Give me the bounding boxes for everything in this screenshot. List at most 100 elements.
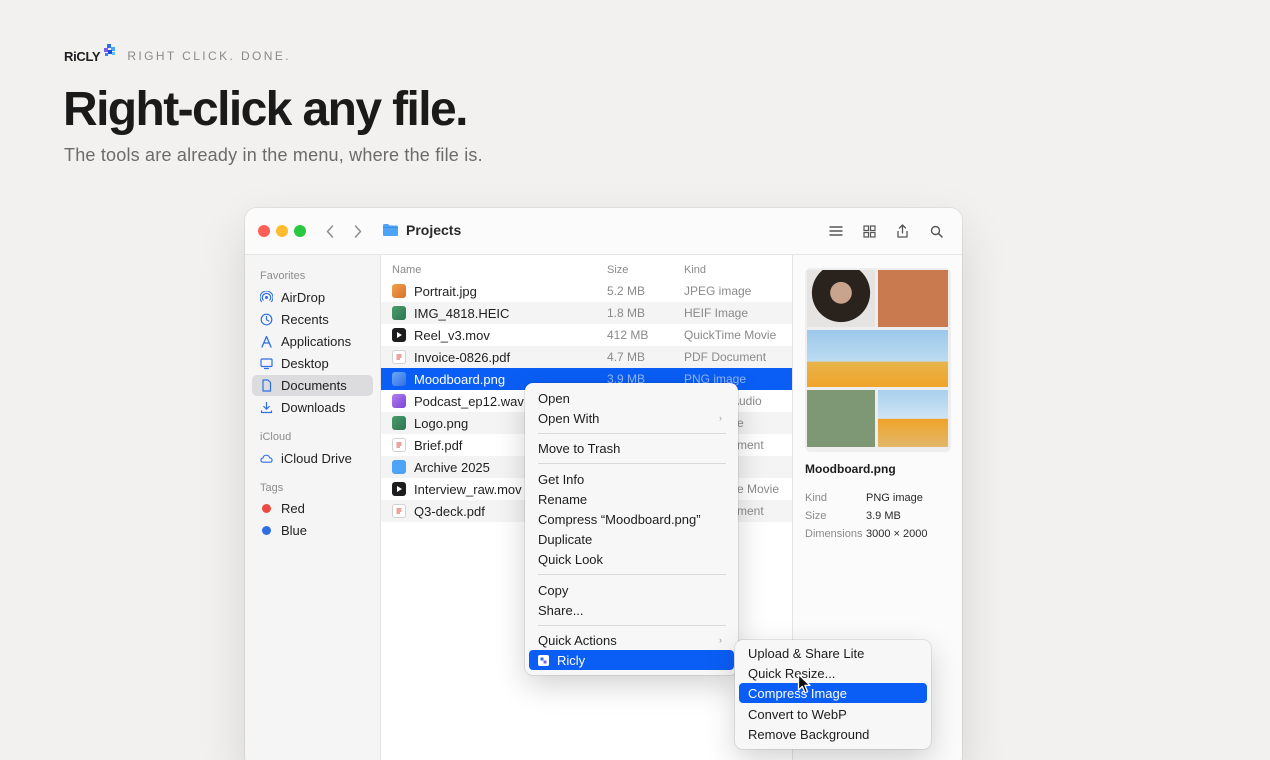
menu-item-quick-look[interactable]: Quick Look xyxy=(529,549,734,569)
menu-item-label: Compress “Moodboard.png” xyxy=(538,511,701,527)
list-view-button[interactable] xyxy=(827,222,845,240)
menu-item-label: Quick Look xyxy=(538,551,604,567)
zoom-window-button[interactable] xyxy=(294,225,306,237)
menu-item-ricly[interactable]: Ricly xyxy=(529,650,734,670)
sidebar-item-desktop[interactable]: Desktop xyxy=(252,353,373,374)
menu-item-duplicate[interactable]: Duplicate xyxy=(529,529,734,549)
file-kind: e Movie xyxy=(737,482,780,496)
menu-item-copy[interactable]: Copy xyxy=(529,580,734,600)
menu-item-open[interactable]: Open xyxy=(529,388,734,408)
image-file-icon xyxy=(392,284,406,298)
menu-item-label: Share... xyxy=(538,602,584,618)
minimize-window-button[interactable] xyxy=(276,225,288,237)
column-header-name[interactable]: Name xyxy=(392,264,421,276)
headline: Right-click any file. xyxy=(63,83,468,136)
submenu-item-quick-resize[interactable]: Quick Resize... xyxy=(739,663,927,683)
menu-item-label: Remove Background xyxy=(748,726,870,742)
sidebar-item-documents[interactable]: Documents xyxy=(252,375,373,396)
sidebar-tag-label: Red xyxy=(281,501,305,516)
menu-item-rename[interactable]: Rename xyxy=(529,489,734,509)
sidebar-item-label: Desktop xyxy=(281,356,329,371)
column-header-kind[interactable]: Kind xyxy=(684,264,706,276)
file-kind: HEIF Image xyxy=(684,306,749,320)
menu-item-label: Open xyxy=(538,390,570,406)
file-size: 1.8 MB xyxy=(607,306,646,320)
sidebar-item-recents[interactable]: Recents xyxy=(252,309,373,330)
file-row-reel-v3[interactable]: Reel_v3.mov 412 MB QuickTime Movie xyxy=(381,324,792,346)
search-button[interactable] xyxy=(927,222,945,240)
menu-item-quick-actions[interactable]: Quick Actions › xyxy=(529,630,734,650)
submenu-item-upload-share-lite[interactable]: Upload & Share Lite xyxy=(739,643,927,663)
share-button[interactable] xyxy=(893,222,911,240)
preview-value-kind: PNG image xyxy=(866,492,923,504)
menu-item-label: Quick Actions xyxy=(538,632,617,648)
sidebar-item-label: Recents xyxy=(281,312,329,327)
video-file-icon xyxy=(392,328,406,342)
submenu-item-convert-webp[interactable]: Convert to WebP xyxy=(739,704,927,724)
file-row-img-4818[interactable]: IMG_4818.HEIC 1.8 MB HEIF Image xyxy=(381,302,792,324)
file-kind: PDF Document xyxy=(684,350,767,364)
column-header-size[interactable]: Size xyxy=(607,264,628,276)
submenu-item-remove-background[interactable]: Remove Background xyxy=(739,724,927,744)
download-icon xyxy=(260,401,273,414)
preview-file-name: Moodboard.png xyxy=(805,462,896,476)
file-row-portrait[interactable]: Portrait.jpg 5.2 MB JPEG image xyxy=(381,280,792,302)
menu-item-share[interactable]: Share... xyxy=(529,600,734,620)
sidebar-item-downloads[interactable]: Downloads xyxy=(252,397,373,418)
menu-separator xyxy=(538,463,726,464)
sidebar-tag-red[interactable]: Red xyxy=(252,498,373,519)
search-icon xyxy=(930,225,943,238)
menu-item-label: Quick Resize... xyxy=(748,665,836,681)
file-size: 4.7 MB xyxy=(607,350,646,364)
back-button[interactable] xyxy=(321,221,339,241)
pdf-file-icon xyxy=(392,438,406,452)
menu-item-get-info[interactable]: Get Info xyxy=(529,469,734,489)
model-yellow-hoodie-tile xyxy=(807,330,948,387)
sidebar-item-icloud-drive[interactable]: iCloud Drive xyxy=(252,448,373,469)
file-size: 412 MB xyxy=(607,328,649,342)
sidebar-tag-blue[interactable]: Blue xyxy=(252,520,373,541)
sidebar-item-label: Downloads xyxy=(281,400,346,415)
window-title: Projects xyxy=(382,222,461,238)
mouse-cursor-icon xyxy=(797,673,811,694)
menu-item-move-to-trash[interactable]: Move to Trash xyxy=(529,438,734,458)
file-kind: ment xyxy=(737,504,764,518)
file-row-invoice[interactable]: Invoice-0826.pdf 4.7 MB PDF Document xyxy=(381,346,792,368)
file-name: Interview_raw.mov xyxy=(414,481,522,497)
menu-item-label: Copy xyxy=(538,582,569,598)
applications-icon xyxy=(260,335,273,348)
menu-item-open-with[interactable]: Open With › xyxy=(529,408,734,428)
ricly-submenu: Upload & Share Lite Quick Resize... Comp… xyxy=(735,640,931,749)
menu-separator xyxy=(538,625,726,626)
close-window-button[interactable] xyxy=(258,225,270,237)
document-icon xyxy=(260,379,273,392)
file-name: Portrait.jpg xyxy=(414,283,477,299)
ricly-app-icon xyxy=(538,654,549,666)
audio-file-icon xyxy=(392,394,406,408)
window-toolbar: Projects xyxy=(245,208,962,255)
sidebar-item-applications[interactable]: Applications xyxy=(252,331,373,352)
sidebar-item-airdrop[interactable]: AirDrop xyxy=(252,287,373,308)
folder-title-label: Projects xyxy=(406,222,462,238)
image-file-icon xyxy=(392,372,406,386)
preview-value-size: 3.9 MB xyxy=(866,510,901,522)
menu-item-compress[interactable]: Compress “Moodboard.png” xyxy=(529,509,734,529)
pdf-file-icon xyxy=(392,504,406,518)
menu-item-label: Ricly xyxy=(557,652,586,668)
forward-button[interactable] xyxy=(349,221,367,241)
menu-item-label: Upload & Share Lite xyxy=(748,645,865,661)
preview-label-kind: Kind xyxy=(805,492,828,504)
preview-label-size: Size xyxy=(805,510,827,522)
share-icon xyxy=(896,223,908,238)
folder-icon xyxy=(383,224,398,236)
sidebar-item-label: iCloud Drive xyxy=(281,451,352,466)
submenu-item-compress-image[interactable]: Compress Image xyxy=(739,683,927,703)
file-name: IMG_4818.HEIC xyxy=(414,305,510,321)
file-kind: ment xyxy=(737,438,764,452)
grid-icon xyxy=(862,224,876,238)
green-swatch-tile xyxy=(807,390,875,447)
chevron-left-icon xyxy=(326,224,334,238)
grid-view-button[interactable] xyxy=(860,222,878,240)
file-size: 5.2 MB xyxy=(607,284,646,298)
sidebar-tag-label: Blue xyxy=(281,523,308,538)
